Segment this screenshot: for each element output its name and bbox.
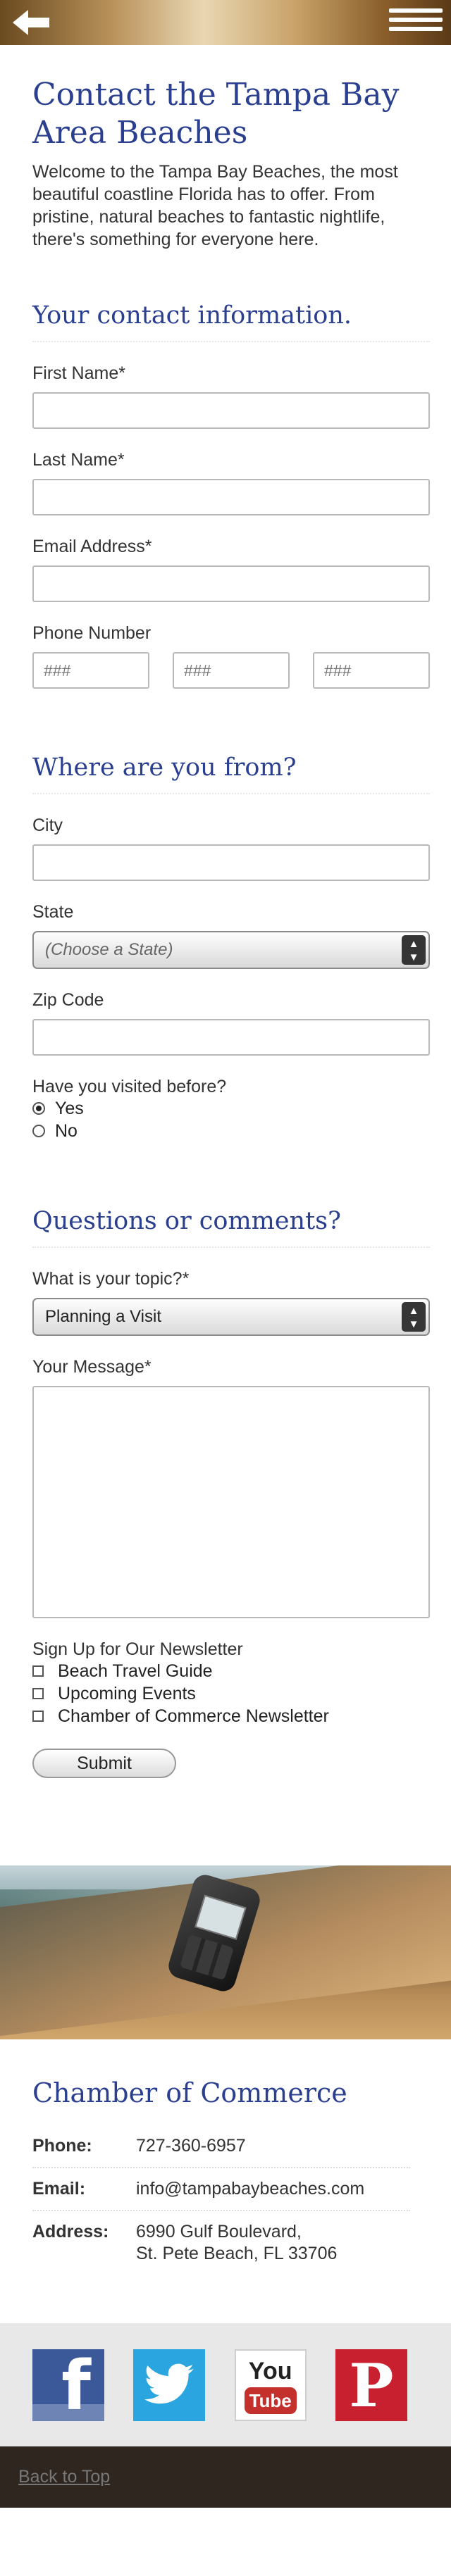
youtube-icon[interactable]: You Tube bbox=[234, 2349, 307, 2421]
contact-info-heading: Your contact information. bbox=[32, 300, 430, 342]
phone-area-code-field[interactable]: ### bbox=[32, 652, 149, 689]
menu-bar bbox=[389, 27, 443, 31]
chamber-heading: Chamber of Commerce bbox=[32, 2077, 347, 2108]
social-links-bar: f You Tube P bbox=[0, 2323, 451, 2446]
checkbox[interactable] bbox=[32, 1688, 44, 1699]
first-name-field[interactable] bbox=[32, 392, 430, 429]
phone-value[interactable]: 727-360-6957 bbox=[136, 2135, 246, 2157]
facebook-icon[interactable]: f bbox=[32, 2349, 104, 2421]
city-label: City bbox=[32, 815, 63, 835]
visited-option-label: Yes bbox=[55, 1099, 84, 1118]
topic-select-value: Planning a Visit bbox=[45, 1307, 161, 1326]
phone-number-row: ### ### ### bbox=[32, 652, 430, 689]
chamber-address-row: Address: 6990 Gulf Boulevard, St. Pete B… bbox=[32, 2211, 410, 2275]
visited-option-yes[interactable]: Yes bbox=[32, 1097, 430, 1120]
address-value: 6990 Gulf Boulevard, St. Pete Beach, FL … bbox=[136, 2221, 337, 2265]
radio-button[interactable] bbox=[32, 1125, 45, 1137]
location-heading: Where are you from? bbox=[32, 752, 430, 794]
site-footer: Back to Top bbox=[0, 2446, 451, 2508]
beach-phone-photo bbox=[0, 1865, 451, 2039]
chamber-email-row: Email: info@tampabaybeaches.com bbox=[32, 2168, 410, 2211]
facebook-letter: f bbox=[61, 2349, 91, 2421]
submit-button[interactable]: Submit bbox=[32, 1749, 176, 1778]
first-name-label: First Name* bbox=[32, 363, 125, 383]
select-arrows-icon: ▲ ▼ bbox=[402, 1302, 426, 1332]
email-value[interactable]: info@tampabaybeaches.com bbox=[136, 2178, 364, 2200]
newsletter-option[interactable]: Chamber of Commerce Newsletter bbox=[32, 1705, 430, 1727]
pinterest-icon[interactable]: P bbox=[335, 2349, 407, 2421]
newsletter-option[interactable]: Beach Travel Guide bbox=[32, 1660, 430, 1682]
newsletter-option-label: Chamber of Commerce Newsletter bbox=[58, 1706, 329, 1726]
visited-option-no[interactable]: No bbox=[32, 1120, 430, 1142]
hamburger-menu-icon[interactable] bbox=[389, 8, 443, 37]
twitter-icon[interactable] bbox=[133, 2349, 206, 2421]
radio-button[interactable] bbox=[32, 1102, 45, 1115]
phone-prefix-field[interactable]: ### bbox=[173, 652, 290, 689]
topic-label: What is your topic?* bbox=[32, 1269, 190, 1289]
email-field[interactable] bbox=[32, 565, 430, 602]
location-section: Where are you from? City State (Choose a… bbox=[32, 752, 430, 1142]
address-line-2: St. Pete Beach, FL 33706 bbox=[136, 2244, 338, 2263]
phone-line-field[interactable]: ### bbox=[313, 652, 430, 689]
phone-label: Phone Number bbox=[32, 623, 152, 643]
menu-bar bbox=[389, 18, 443, 22]
newsletter-label: Sign Up for Our Newsletter bbox=[32, 1639, 243, 1659]
intro-text: Welcome to the Tampa Bay Beaches, the mo… bbox=[32, 162, 398, 249]
back-to-top-link[interactable]: Back to Top bbox=[18, 2467, 110, 2487]
message-textarea[interactable] bbox=[32, 1386, 430, 1618]
menu-bar bbox=[389, 8, 443, 13]
state-select-value: (Choose a State) bbox=[45, 940, 173, 959]
contact-form-section: Contact the Tampa Bay Area Beaches Welco… bbox=[0, 76, 451, 1778]
newsletter-option-label: Upcoming Events bbox=[58, 1684, 196, 1703]
newsletter-option-label: Beach Travel Guide bbox=[58, 1661, 213, 1681]
zip-label: Zip Code bbox=[32, 990, 104, 1010]
newsletter-option[interactable]: Upcoming Events bbox=[32, 1682, 430, 1705]
chamber-contact-block: Chamber of Commerce Phone: 727-360-6957 … bbox=[0, 2039, 451, 2323]
site-header bbox=[0, 0, 451, 45]
questions-section: Questions or comments? What is your topi… bbox=[32, 1206, 430, 1778]
pinterest-letter: P bbox=[349, 2350, 394, 2420]
twitter-bird-icon bbox=[144, 2363, 194, 2403]
visited-label: Have you visited before? bbox=[32, 1077, 227, 1096]
chamber-phone-row: Phone: 727-360-6957 bbox=[32, 2125, 410, 2168]
email-key: Email: bbox=[32, 2179, 86, 2199]
address-key: Address: bbox=[32, 2222, 109, 2242]
topic-select[interactable]: Planning a Visit ▲ ▼ bbox=[32, 1298, 430, 1336]
state-label: State bbox=[32, 902, 74, 922]
select-arrows-icon: ▲ ▼ bbox=[402, 935, 426, 965]
page-title: Contact the Tampa Bay Area Beaches bbox=[32, 77, 400, 151]
youtube-you: You bbox=[248, 2357, 292, 2384]
visited-option-label: No bbox=[55, 1121, 78, 1141]
questions-heading: Questions or comments? bbox=[32, 1206, 430, 1248]
back-arrow-icon[interactable] bbox=[13, 10, 49, 35]
checkbox[interactable] bbox=[32, 1665, 44, 1677]
phone-key: Phone: bbox=[32, 2136, 92, 2156]
zip-code-field[interactable] bbox=[32, 1019, 430, 1056]
last-name-field[interactable] bbox=[32, 479, 430, 515]
email-label: Email Address* bbox=[32, 537, 152, 556]
state-select[interactable]: (Choose a State) ▲ ▼ bbox=[32, 931, 430, 969]
address-line-1: 6990 Gulf Boulevard, bbox=[136, 2222, 302, 2242]
message-label: Your Message* bbox=[32, 1357, 152, 1377]
city-field[interactable] bbox=[32, 844, 430, 881]
last-name-label: Last Name* bbox=[32, 450, 125, 470]
checkbox[interactable] bbox=[32, 1711, 44, 1722]
youtube-tube: Tube bbox=[244, 2387, 297, 2414]
